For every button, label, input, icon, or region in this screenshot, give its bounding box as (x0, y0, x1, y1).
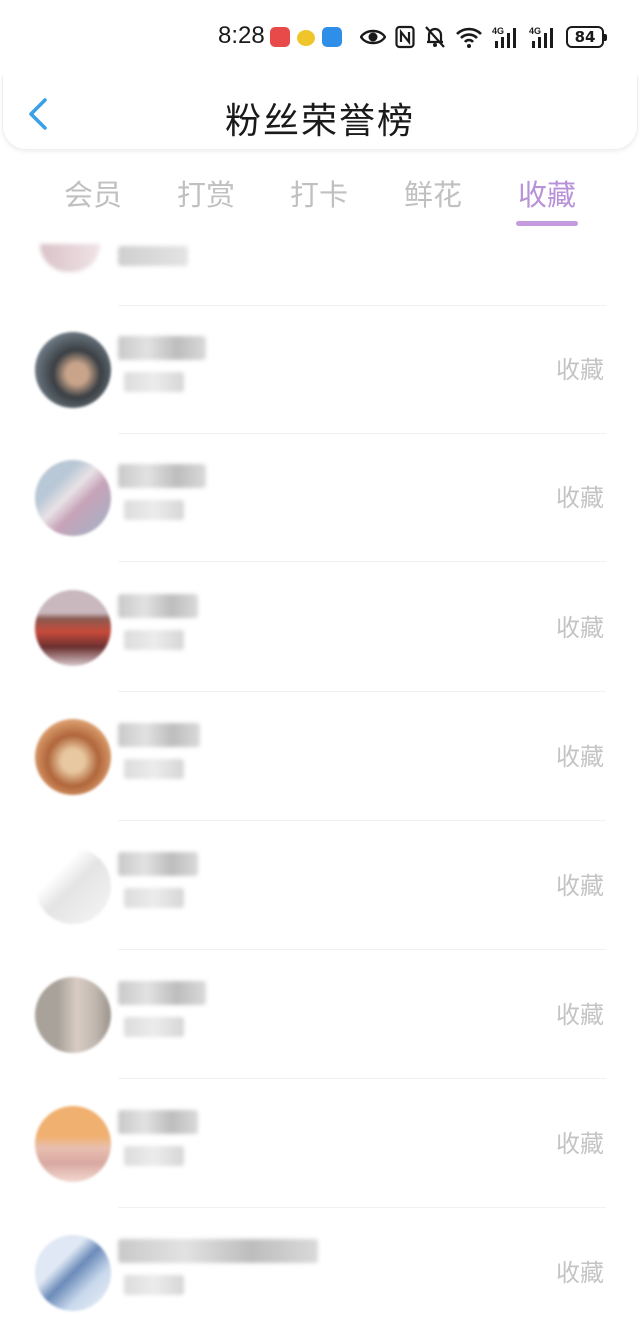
divider (118, 820, 606, 821)
list-item[interactable]: 收藏 (0, 564, 640, 692)
notification-app-icon (297, 30, 315, 46)
favorite-label: 收藏 (556, 872, 604, 900)
4g-signal-icon: 4G (492, 26, 516, 48)
tab-member[interactable]: 会员 (53, 172, 133, 214)
name-redacted (118, 336, 206, 360)
name-redacted (118, 1239, 318, 1263)
favorite-label: 收藏 (556, 743, 604, 771)
divider (118, 1207, 606, 1208)
avatar (35, 460, 111, 536)
divider (118, 1078, 606, 1079)
wifi-icon (456, 27, 482, 48)
svg-text:4G: 4G (492, 26, 504, 36)
favorite-label: 收藏 (556, 1130, 604, 1158)
list-item[interactable]: 收藏 (0, 822, 640, 950)
tab-checkin[interactable]: 打卡 (279, 172, 359, 214)
favorite-label: 收藏 (556, 1259, 604, 1287)
divider (118, 691, 606, 692)
favorite-label: 收藏 (556, 614, 604, 642)
status-bar: 8:28 4G 4G 84 (0, 0, 640, 76)
name-redacted (118, 594, 198, 618)
subtitle-redacted (124, 500, 184, 520)
page-title: 粉丝荣誉榜 (224, 101, 415, 142)
subtitle-redacted (124, 372, 184, 392)
4g-signal-icon: 4G (529, 26, 553, 48)
subtitle-redacted (124, 759, 184, 779)
tab-flowers[interactable]: 鲜花 (393, 172, 473, 214)
name-redacted (118, 246, 188, 266)
divider (118, 949, 606, 950)
subtitle-redacted (124, 1275, 184, 1295)
svg-text:4G: 4G (529, 26, 541, 36)
list-item[interactable] (0, 238, 640, 306)
avatar (35, 977, 111, 1053)
divider (118, 561, 606, 562)
avatar (35, 590, 111, 666)
favorite-label: 收藏 (556, 484, 604, 512)
avatar (35, 332, 111, 408)
battery-indicator: 84 (566, 26, 607, 48)
list-item[interactable]: 收藏 (0, 693, 640, 821)
nfc-icon (395, 25, 415, 49)
weather-app-icon (322, 27, 342, 47)
favorite-label: 收藏 (556, 356, 604, 384)
avatar (35, 1106, 111, 1182)
avatar (40, 244, 100, 272)
name-redacted (118, 1110, 198, 1134)
list-item[interactable]: 收藏 (0, 951, 640, 1079)
tab-tip[interactable]: 打赏 (166, 172, 246, 214)
list-item[interactable]: 收藏 (0, 306, 640, 434)
subtitle-redacted (124, 1017, 184, 1037)
tab-favorites[interactable]: 收藏 (507, 172, 587, 214)
header-bar: 粉丝荣誉榜 (2, 76, 638, 150)
system-icons: 4G 4G 84 (360, 24, 607, 50)
list-item[interactable]: 收藏 (0, 1209, 640, 1320)
name-redacted (118, 723, 200, 747)
active-tab-indicator (516, 221, 578, 226)
favorite-label: 收藏 (556, 1001, 604, 1029)
avatar (35, 1235, 111, 1311)
subtitle-redacted (124, 888, 184, 908)
mute-bell-icon (425, 26, 445, 48)
subtitle-redacted (124, 630, 184, 650)
eye-icon (360, 29, 386, 45)
avatar (35, 719, 111, 795)
status-time: 8:28 (218, 22, 265, 49)
subtitle-redacted (124, 1146, 184, 1166)
name-redacted (118, 464, 206, 488)
avatar (35, 848, 111, 924)
list-item[interactable]: 收藏 (0, 1080, 640, 1208)
list-item[interactable]: 收藏 (0, 434, 640, 562)
huawei-app-icon (270, 27, 290, 47)
name-redacted (118, 852, 198, 876)
name-redacted (118, 981, 206, 1005)
